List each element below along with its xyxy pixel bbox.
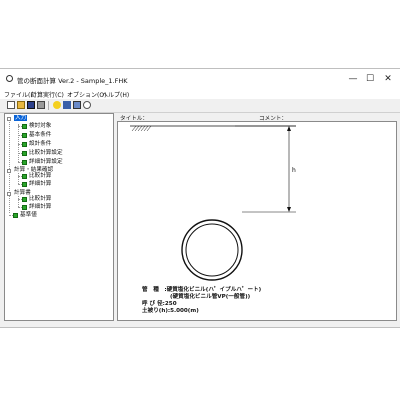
- check-icon: [22, 133, 27, 138]
- tree-line: [9, 120, 10, 213]
- check-icon: [22, 142, 27, 147]
- toolbar-separator: [48, 101, 49, 110]
- pipe-inner-wall: [185, 223, 239, 277]
- menu-help[interactable]: ヘルプ(H): [102, 90, 129, 99]
- tree-item-input[interactable]: 入力: [14, 115, 28, 122]
- toolbar: [0, 99, 400, 113]
- tree-item-report-detail[interactable]: 詳細計算: [29, 204, 51, 211]
- tree-expander[interactable]: [7, 117, 11, 121]
- tree-item-results-compare[interactable]: 比較計算: [29, 173, 51, 180]
- app-icon: [6, 75, 13, 82]
- menu-calc[interactable]: 計算実行(C): [31, 90, 64, 99]
- save-icon[interactable]: [27, 101, 35, 109]
- navigation-tree: 入力 検討対象 基本条件 設計条件 比較計算設定 詳細計算設定 計算・結果確認 …: [4, 113, 114, 321]
- open-folder-icon[interactable]: [17, 101, 25, 109]
- check-icon: [22, 160, 27, 165]
- check-icon: [22, 205, 27, 210]
- maximize-button[interactable]: ☐: [360, 72, 380, 86]
- calc-icon[interactable]: [63, 101, 71, 109]
- tree-line: [18, 124, 19, 162]
- window-title: 管の断面計算 Ver.2 - Sample_1.FHK: [17, 77, 128, 85]
- drawing-header: タイトル： コメント：: [117, 113, 397, 122]
- preview-icon[interactable]: [73, 101, 81, 109]
- pipe-outer-wall: [181, 219, 243, 281]
- depth-symbol: h: [292, 167, 296, 174]
- close-button[interactable]: ✕: [378, 72, 398, 86]
- ground-hatch: [131, 125, 152, 132]
- tree-expander[interactable]: [7, 169, 11, 173]
- check-icon: [22, 124, 27, 129]
- cover-depth-label: 土被り(h):5.000(m): [142, 308, 199, 314]
- status-bar: [0, 321, 400, 327]
- app-window: 管の断面計算 Ver.2 - Sample_1.FHK — ☐ ✕ ファイル(F…: [0, 68, 400, 328]
- new-file-icon[interactable]: [7, 101, 15, 109]
- tree-item-report-compare[interactable]: 比較計算: [29, 196, 51, 203]
- circle-icon[interactable]: [83, 101, 91, 109]
- tree-item-label: 入力: [14, 115, 28, 121]
- menu-bar: ファイル(F) 計算実行(C) オプション(O) ヘルプ(H): [0, 89, 400, 99]
- check-icon: [22, 182, 27, 187]
- tree-line: [18, 196, 19, 207]
- check-icon: [13, 213, 18, 218]
- drawing-canvas[interactable]: h 管 種 :硬質塩化ビニル(ハ゜イプルハ゜ート) (硬質塩化ビニル管VP(一般…: [117, 121, 397, 321]
- tree-item-basic[interactable]: 基本条件: [29, 132, 51, 139]
- tree-item-results-detail[interactable]: 詳細計算: [29, 181, 51, 188]
- pipe-type-label-2: (硬質塩化ビニル管VP(一般管)): [170, 294, 251, 300]
- print-icon[interactable]: [37, 101, 45, 109]
- check-icon: [22, 197, 27, 202]
- tree-expander[interactable]: [7, 192, 11, 196]
- tree-line: [18, 173, 19, 184]
- arrow-up-icon: [287, 126, 291, 131]
- tree-item-design[interactable]: 設計条件: [29, 141, 51, 148]
- menu-options[interactable]: オプション(O): [67, 90, 106, 99]
- arrow-down-icon: [287, 207, 291, 212]
- check-icon: [22, 151, 27, 156]
- tree-item-compare-settings[interactable]: 比較計算設定: [29, 150, 63, 157]
- tree-item-target[interactable]: 検討対象: [29, 123, 51, 130]
- check-icon: [22, 174, 27, 179]
- tree-item-standards[interactable]: 基準値: [20, 212, 37, 219]
- title-bar: 管の断面計算 Ver.2 - Sample_1.FHK — ☐ ✕: [0, 69, 400, 89]
- help-icon[interactable]: [53, 101, 61, 109]
- tree-item-detail-settings[interactable]: 詳細計算設定: [29, 159, 63, 166]
